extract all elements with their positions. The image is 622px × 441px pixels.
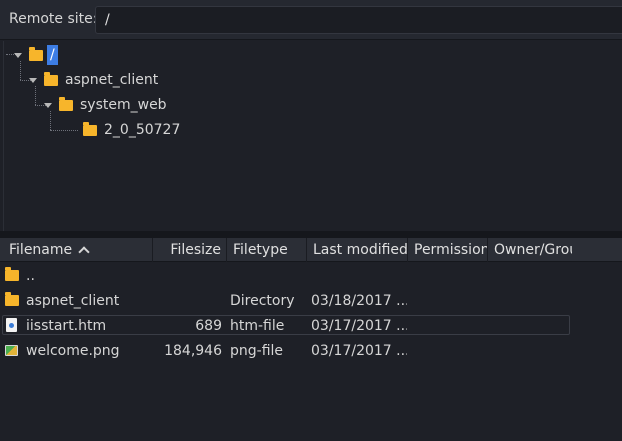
folder-icon	[29, 46, 43, 61]
column-header-filename[interactable]: Filename	[0, 238, 153, 262]
file-size: 184,946	[164, 343, 222, 359]
file-type: Directory	[230, 293, 295, 309]
column-header-owner-group[interactable]: Owner/Grou	[488, 238, 572, 262]
pane-splitter[interactable]	[0, 231, 622, 238]
tree-node-aspnet-client[interactable]: aspnet_client	[29, 70, 161, 90]
tree-node-label: /	[47, 45, 58, 65]
file-type: png-file	[230, 343, 284, 359]
file-modified: 03/18/2017 ...	[311, 293, 407, 309]
sort-ascending-icon	[78, 246, 90, 258]
tree-node-root[interactable]: /	[14, 45, 58, 65]
file-row[interactable]: iisstart.htm 689 htm-file 03/17/2017 ...	[0, 315, 622, 340]
tree-node-2-0-50727[interactable]: 2_0_50727	[83, 120, 183, 140]
tree-node-system-web[interactable]: system_web	[44, 95, 170, 115]
folder-icon	[5, 267, 19, 281]
folder-icon	[59, 96, 73, 111]
file-row[interactable]: welcome.png 184,946 png-file 03/17/2017 …	[0, 340, 622, 365]
file-name: ..	[26, 268, 35, 284]
remote-site-label: Remote site:	[9, 11, 98, 27]
folder-icon	[5, 292, 19, 306]
column-header-last-modified[interactable]: Last modified	[307, 238, 408, 262]
image-file-icon	[5, 345, 18, 356]
file-type: htm-file	[230, 318, 285, 334]
tree-node-label: 2_0_50727	[104, 122, 181, 138]
remote-site-bar: Remote site: /	[0, 0, 622, 40]
remote-file-list: Filename Filesize Filetype Last modified…	[0, 238, 622, 441]
column-header-permissions[interactable]: Permission	[408, 238, 488, 262]
expand-arrow-icon[interactable]	[14, 52, 22, 58]
html-file-icon	[6, 318, 17, 332]
expand-arrow-icon[interactable]	[29, 77, 37, 83]
tree-node-label: system_web	[80, 97, 167, 113]
file-name: welcome.png	[26, 343, 120, 359]
remote-directory-tree: / aspnet_client system_web 2_0_50727	[3, 41, 622, 231]
file-size	[153, 290, 222, 312]
file-modified: 03/17/2017 ...	[311, 318, 407, 334]
column-header-filesize[interactable]: Filesize	[153, 238, 227, 262]
file-name: aspnet_client	[26, 293, 120, 309]
file-list-header: Filename Filesize Filetype Last modified…	[0, 238, 622, 262]
file-row[interactable]: ..	[0, 265, 622, 290]
folder-icon	[44, 71, 58, 86]
tree-connector	[50, 130, 78, 131]
file-modified: 03/17/2017 ...	[311, 343, 407, 359]
expand-arrow-icon[interactable]	[44, 102, 52, 108]
folder-icon	[83, 121, 97, 136]
file-row[interactable]: aspnet_client Directory 03/18/2017 ...	[0, 290, 622, 315]
remote-path-input[interactable]: /	[95, 6, 622, 34]
file-size: 689	[195, 318, 222, 334]
tree-node-label: aspnet_client	[65, 72, 159, 88]
column-header-filetype[interactable]: Filetype	[227, 238, 307, 262]
file-name: iisstart.htm	[26, 318, 107, 334]
column-header-label: Filename	[9, 242, 73, 258]
